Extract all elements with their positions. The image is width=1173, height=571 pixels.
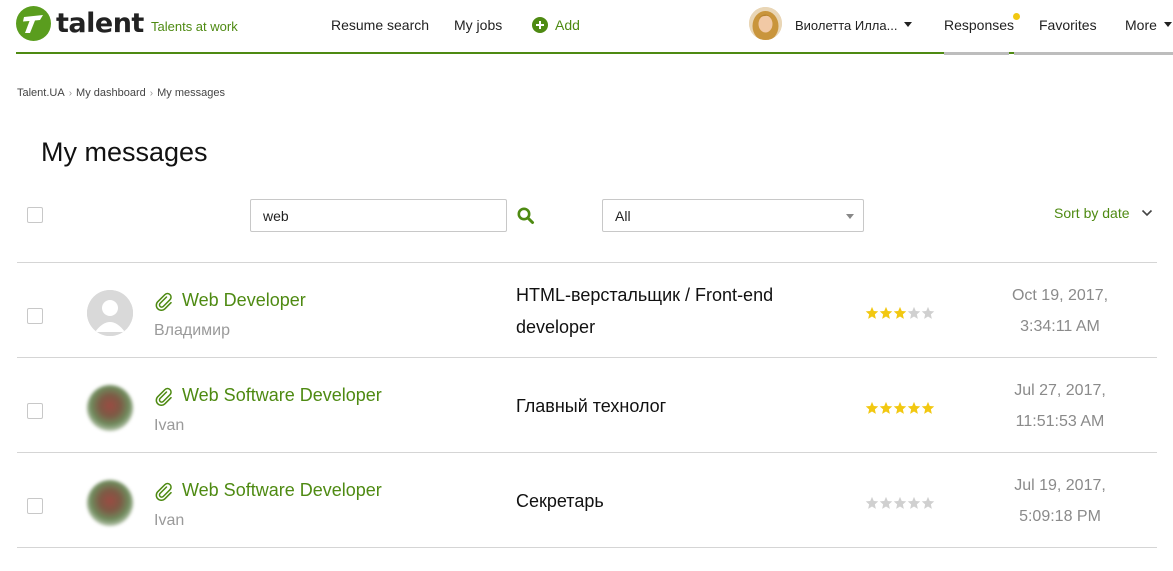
default-user-icon	[87, 290, 133, 336]
star-filled-icon	[921, 401, 935, 414]
rating-stars	[865, 401, 935, 415]
message-title: Web Software Developer	[182, 385, 382, 405]
breadcrumb-dashboard[interactable]: My dashboard	[76, 87, 146, 99]
star-filled-icon	[879, 401, 893, 414]
breadcrumb-home[interactable]: Talent.UA	[17, 87, 65, 99]
star-filled-icon	[893, 401, 907, 414]
message-date: Jul 27, 2017, 11:51:53 AM	[986, 375, 1134, 437]
user-menu[interactable]: Виолетта Илла...	[795, 18, 913, 33]
star-empty-icon	[921, 496, 935, 509]
paperclip-icon	[155, 292, 172, 311]
breadcrumb: Talent.UA › My dashboard › My messages	[17, 87, 225, 99]
avatar	[87, 480, 133, 526]
chevron-down-icon	[1141, 209, 1152, 217]
star-empty-icon	[893, 496, 907, 509]
nav-responses[interactable]: Responses	[944, 17, 1014, 33]
nav-more[interactable]: More	[1125, 17, 1172, 33]
vacancy-title: HTML-верстальщик / Front-end developer	[516, 279, 773, 343]
breadcrumb-separator: ›	[149, 87, 154, 99]
search-icon	[517, 207, 534, 224]
vacancy-line: Секретарь	[516, 491, 604, 511]
message-date: Oct 19, 2017, 3:34:11 AM	[986, 280, 1134, 342]
message-row[interactable]: Web Software Developer Ivan Главный техн…	[0, 358, 1173, 453]
star-empty-icon	[865, 496, 879, 509]
rating-stars	[865, 496, 935, 510]
time-line: 5:09:18 PM	[1019, 508, 1101, 525]
caret-down-icon	[904, 22, 913, 28]
paperclip-icon	[155, 482, 172, 501]
breadcrumb-current: My messages	[157, 87, 225, 99]
message-date: Jul 19, 2017, 5:09:18 PM	[986, 470, 1134, 532]
page-title: My messages	[41, 137, 208, 167]
row-checkbox[interactable]	[27, 308, 43, 324]
message-row[interactable]: Web Software Developer Ivan Секретарь Ju…	[0, 453, 1173, 548]
star-filled-icon	[879, 306, 893, 319]
row-checkbox[interactable]	[27, 498, 43, 514]
select-all-checkbox[interactable]	[27, 207, 43, 223]
star-empty-icon	[907, 496, 921, 509]
nav-add-label: Add	[555, 17, 580, 33]
vacancy-title: Секретарь	[516, 485, 604, 517]
nav-add-button[interactable]: Add	[532, 17, 580, 33]
message-title: Web Developer	[182, 290, 306, 310]
message-title-link[interactable]: Web Software Developer	[154, 385, 382, 406]
avatar	[87, 385, 133, 431]
filter-select-value: All	[615, 208, 631, 224]
star-filled-icon	[893, 306, 907, 319]
search-input[interactable]	[250, 199, 507, 232]
star-empty-icon	[921, 306, 935, 319]
nav-my-jobs[interactable]: My jobs	[454, 17, 502, 33]
vacancy-line: developer	[516, 317, 596, 337]
message-row[interactable]: Web Developer Владимир HTML-верстальщик …	[0, 263, 1173, 358]
top-navigation-bar: talent Talents at work Resume search My …	[0, 0, 1173, 55]
notification-dot	[1013, 13, 1020, 20]
sender-name: Владимир	[154, 322, 231, 339]
time-line: 3:34:11 AM	[1020, 318, 1100, 335]
star-empty-icon	[879, 496, 893, 509]
vacancy-title: Главный технолог	[516, 390, 666, 422]
row-checkbox[interactable]	[27, 403, 43, 419]
date-line: Jul 19, 2017,	[1014, 477, 1106, 494]
user-avatar[interactable]	[749, 7, 782, 40]
responses-tab-underline	[944, 52, 1009, 55]
talent-logo[interactable]: talent	[16, 6, 144, 41]
paperclip-icon	[155, 387, 172, 406]
sort-dropdown[interactable]: Sort by date	[1054, 205, 1153, 221]
user-name: Виолетта Илла...	[795, 18, 898, 33]
message-title-link[interactable]: Web Software Developer	[154, 480, 382, 501]
sender-name: Ivan	[154, 417, 185, 434]
tagline: Talents at work	[151, 19, 238, 34]
vacancy-line: Главный технолог	[516, 396, 667, 416]
sort-label: Sort by date	[1054, 205, 1130, 221]
vacancy-line: HTML-верстальщик / Front-end	[516, 285, 774, 305]
nav-resume-search[interactable]: Resume search	[331, 17, 429, 33]
caret-down-icon	[846, 214, 854, 219]
message-title: Web Software Developer	[182, 480, 382, 500]
message-title-link[interactable]: Web Developer	[154, 290, 306, 311]
nav-favorites[interactable]: Favorites	[1039, 17, 1097, 33]
filter-select[interactable]: All	[602, 199, 864, 232]
plus-circle-icon	[532, 17, 548, 33]
logo-text: talent	[56, 8, 144, 39]
nav-more-label: More	[1125, 17, 1157, 33]
sender-name: Ivan	[154, 512, 185, 529]
star-filled-icon	[907, 401, 921, 414]
date-line: Oct 19, 2017,	[1011, 287, 1109, 304]
avatar	[87, 290, 133, 336]
time-line: 11:51:53 AM	[1015, 413, 1105, 430]
breadcrumb-separator: ›	[68, 87, 73, 99]
star-filled-icon	[865, 306, 879, 319]
rating-stars	[865, 306, 935, 320]
search-button[interactable]	[516, 206, 536, 226]
talent-logo-icon	[16, 6, 51, 41]
star-empty-icon	[907, 306, 921, 319]
star-filled-icon	[865, 401, 879, 414]
caret-down-icon	[1163, 21, 1172, 27]
date-line: Jul 27, 2017,	[1014, 382, 1106, 399]
list-divider	[17, 547, 1157, 548]
favorites-tab-underline	[1014, 52, 1173, 55]
